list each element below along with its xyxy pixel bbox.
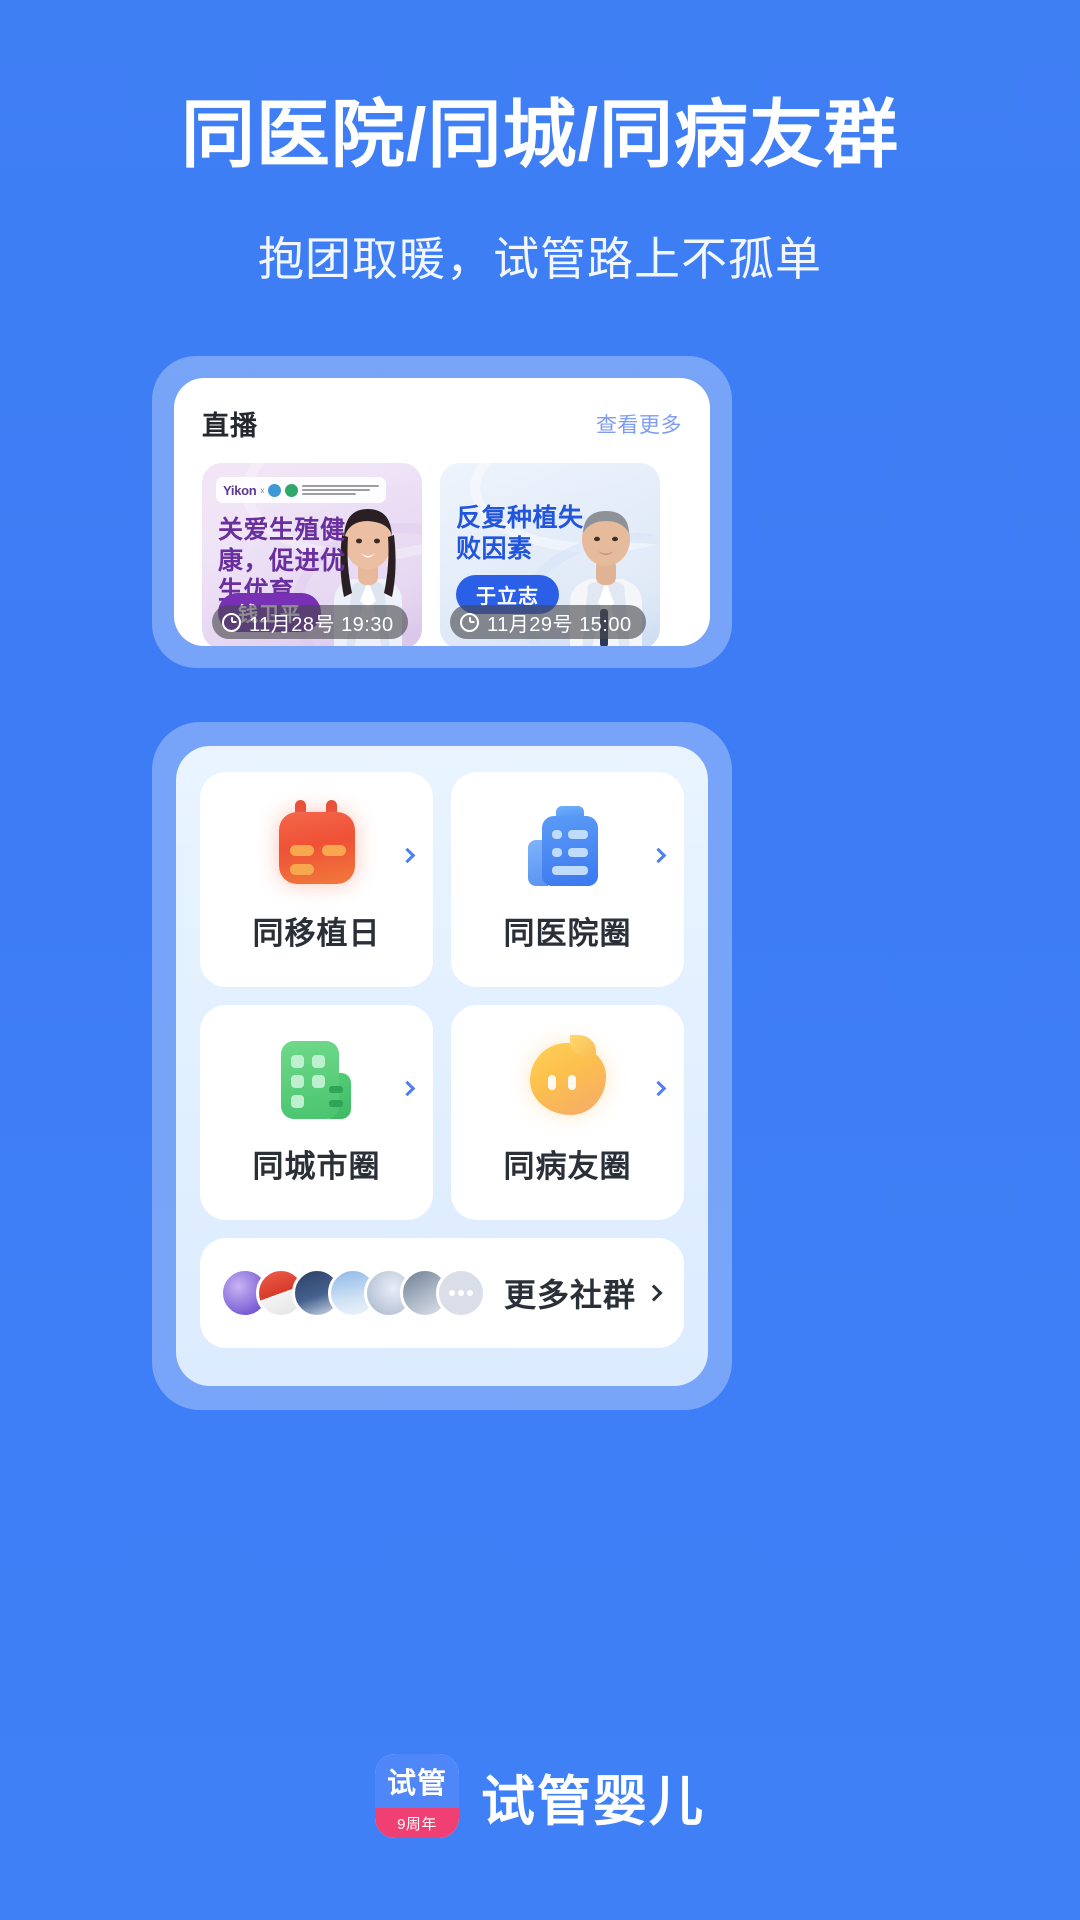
feature-tile-hospital-circle[interactable]: 同医院圈 [451,772,684,987]
clock-icon [222,612,241,632]
live-card-list: Yikon x 关爱生殖健康，促进优生优育 11月28号 19:30 反复种植失… [202,463,682,646]
feature-tile-label: 同城市圈 [252,1149,381,1184]
feature-grid: 同移植日 同医院圈 同城市圈 同病友圈 [200,772,684,1220]
brand-logo-text: Yikon [223,482,257,498]
live-section-title: 直播 [202,411,258,441]
live-card-title: 反复种植失败因素 [456,504,584,563]
page-subtitle: 抱团取暖，试管路上不孤单 [258,233,822,286]
feature-tile-patient-circle[interactable]: 同病友圈 [451,1005,684,1220]
app-name: 试管婴儿 [481,1771,705,1832]
ellipsis-avatar [436,1268,486,1318]
hero-section: 同医院/同城/同病友群 抱团取暖，试管路上不孤单 [0,0,1080,289]
feature-tile-label: 同医院圈 [503,916,632,951]
feature-tile-city-circle[interactable]: 同城市圈 [200,1005,433,1220]
anniversary-badge: 9周年 [375,1808,459,1838]
feature-tile-transplant-day[interactable]: 同移植日 [200,772,433,987]
features-panel-inner: 同移植日 同医院圈 同城市圈 同病友圈 更多社群 [176,746,708,1386]
calendar-icon [271,798,363,890]
footer-brand: 试管 9周年 试管婴儿 [0,1754,1080,1838]
live-card[interactable]: 反复种植失败因素 于立志 11月29号 15:00 [440,463,660,646]
live-card-time-text: 11月29号 15:00 [487,613,632,636]
more-communities-row[interactable]: 更多社群 [200,1238,684,1348]
features-panel: 同移植日 同医院圈 同城市圈 同病友圈 更多社群 [152,722,732,1410]
friends-face-icon [522,1031,614,1123]
page-title: 同医院/同城/同病友群 [180,93,900,176]
live-card-time-text: 11月28号 19:30 [249,613,394,636]
chevron-right-icon [399,1080,416,1097]
live-section-header: 直播 查看更多 [202,404,682,443]
view-more-link[interactable]: 查看更多 [596,409,682,439]
partner-logo-icon [268,483,282,497]
chevron-right-icon [645,1284,663,1302]
chevron-right-icon [650,847,667,864]
chevron-right-icon [650,1080,667,1097]
partner-logo-icon [285,483,299,497]
app-logo-text: 试管 [375,1754,459,1808]
city-building-icon [271,1031,363,1123]
live-panel: 直播 查看更多 Yikon x 关爱生殖健康，促进优生优育 11月28号 19:… [152,356,732,668]
feature-tile-label: 同病友圈 [503,1149,632,1184]
chevron-right-icon [399,847,416,864]
live-card-time: 11月28号 19:30 [212,605,408,639]
live-panel-inner: 直播 查看更多 Yikon x 关爱生殖健康，促进优生优育 11月28号 19:… [174,378,710,646]
app-logo: 试管 9周年 [375,1754,459,1838]
live-card-time: 11月29号 15:00 [450,605,646,639]
hospital-icon [522,798,614,890]
more-communities-label: 更多社群 [504,1277,637,1313]
brand-separator: x [260,485,265,495]
feature-tile-label: 同移植日 [252,916,381,951]
community-avatar-stack [220,1268,486,1318]
clock-icon [460,612,479,632]
live-card[interactable]: Yikon x 关爱生殖健康，促进优生优育 11月28号 19:30 [202,463,422,646]
